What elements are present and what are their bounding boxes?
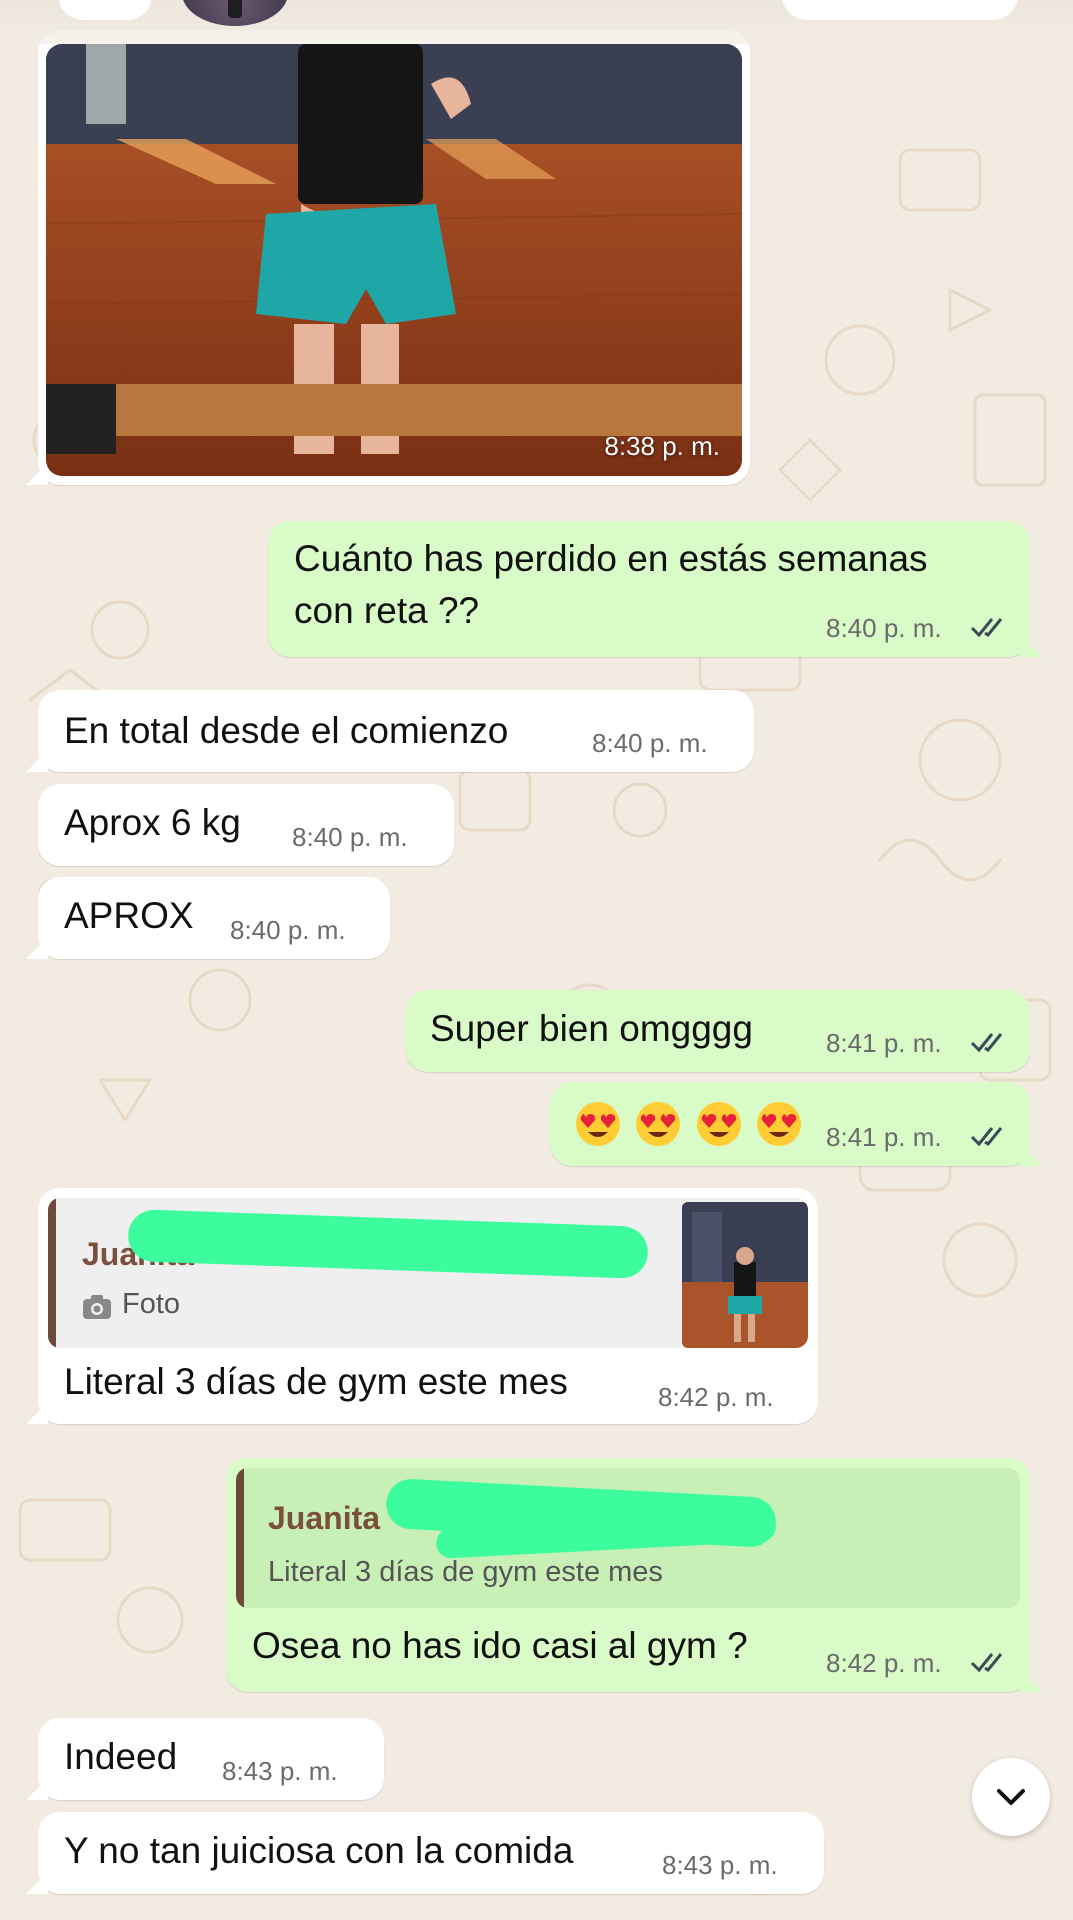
quoted-photo-thumbnail bbox=[682, 1202, 808, 1348]
heart-eyes-emoji bbox=[636, 1102, 681, 1146]
message-time: 8:40 p. m. bbox=[826, 613, 942, 643]
double-check-icon bbox=[970, 1127, 1003, 1147]
message-text-line1: Cuánto has perdido en estás semanas bbox=[294, 538, 928, 579]
redaction-scribble bbox=[127, 1208, 649, 1280]
message-incoming[interactable]: APROX 8:40 p. m. bbox=[26, 877, 390, 959]
message-time: 8:43 p. m. bbox=[222, 1756, 338, 1786]
gym-photo[interactable]: 8:38 p. m. bbox=[46, 44, 742, 476]
thumbnail-image bbox=[682, 1202, 808, 1348]
quote-text: Literal 3 días de gym este mes bbox=[268, 1556, 663, 1588]
double-check-icon bbox=[970, 1653, 1003, 1673]
message-incoming[interactable]: En total desde el comienzo 8:40 p. m. bbox=[26, 690, 754, 772]
heart-eyes-emoji bbox=[696, 1102, 741, 1146]
message-text: Super bien omgggg bbox=[430, 1008, 753, 1049]
quote-text: Foto bbox=[122, 1288, 181, 1320]
message-outgoing-reply[interactable]: Juanita Literal 3 días de gym este mes O… bbox=[226, 1458, 1042, 1692]
back-button[interactable] bbox=[58, 0, 152, 20]
emoji-row bbox=[574, 1100, 811, 1150]
heart-eyes-emoji bbox=[576, 1102, 620, 1146]
chevron-down-icon bbox=[997, 1789, 1025, 1805]
contact-avatar[interactable] bbox=[182, 0, 288, 26]
message-incoming[interactable]: Aprox 6 kg 8:40 p. m. bbox=[38, 784, 454, 866]
heart-eyes-emoji bbox=[757, 1102, 802, 1146]
message-text-line2: con reta ?? bbox=[294, 590, 480, 631]
message-time: 8:40 p. m. bbox=[230, 915, 346, 945]
message-text: Aprox 6 kg bbox=[64, 802, 241, 843]
message-text: Y no tan juiciosa con la comida bbox=[64, 1830, 574, 1871]
message-incoming-reply[interactable]: Juanita Foto Literal 3 días de gym este … bbox=[26, 1188, 818, 1424]
message-time: 8:41 p. m. bbox=[826, 1028, 942, 1058]
message-outgoing[interactable]: Cuánto has perdido en estás semanas con … bbox=[268, 521, 1042, 657]
call-actions[interactable] bbox=[782, 0, 1018, 20]
camera-icon bbox=[83, 1295, 111, 1319]
double-check-icon bbox=[970, 1033, 1003, 1053]
message-time: 8:40 p. m. bbox=[292, 822, 408, 852]
message-time: 8:38 p. m. bbox=[604, 431, 720, 461]
message-time: 8:40 p. m. bbox=[592, 728, 708, 758]
scroll-down-button[interactable] bbox=[972, 1758, 1050, 1836]
message-time: 8:42 p. m. bbox=[826, 1648, 942, 1678]
gym-photo-image bbox=[46, 44, 742, 476]
message-time: 8:41 p. m. bbox=[826, 1122, 942, 1152]
quote-author: Juanita bbox=[268, 1500, 381, 1536]
message-time: 8:43 p. m. bbox=[662, 1850, 778, 1880]
message-photo[interactable]: 8:38 p. m. bbox=[26, 30, 750, 485]
message-text: Osea no has ido casi al gym ? bbox=[252, 1625, 748, 1666]
double-check-icon bbox=[970, 618, 1003, 638]
message-incoming[interactable]: Indeed 8:43 p. m. bbox=[26, 1718, 384, 1800]
message-text: APROX bbox=[64, 895, 194, 936]
quoted-message[interactable]: Juanita Foto bbox=[48, 1198, 808, 1348]
chat-header bbox=[0, 0, 1073, 44]
message-time: 8:42 p. m. bbox=[658, 1382, 774, 1412]
message-outgoing-emojis[interactable]: 8:41 p. m. bbox=[550, 1082, 1042, 1166]
message-text: Literal 3 días de gym este mes bbox=[64, 1361, 568, 1402]
message-incoming[interactable]: Y no tan juiciosa con la comida 8:43 p. … bbox=[26, 1812, 824, 1894]
quote-bar bbox=[48, 1198, 56, 1348]
quote-bar bbox=[236, 1468, 244, 1608]
quoted-message[interactable]: Juanita Literal 3 días de gym este mes bbox=[236, 1468, 1020, 1608]
message-text: Indeed bbox=[64, 1736, 178, 1777]
message-text: En total desde el comienzo bbox=[64, 710, 509, 751]
message-outgoing[interactable]: Super bien omgggg 8:41 p. m. bbox=[406, 990, 1030, 1072]
